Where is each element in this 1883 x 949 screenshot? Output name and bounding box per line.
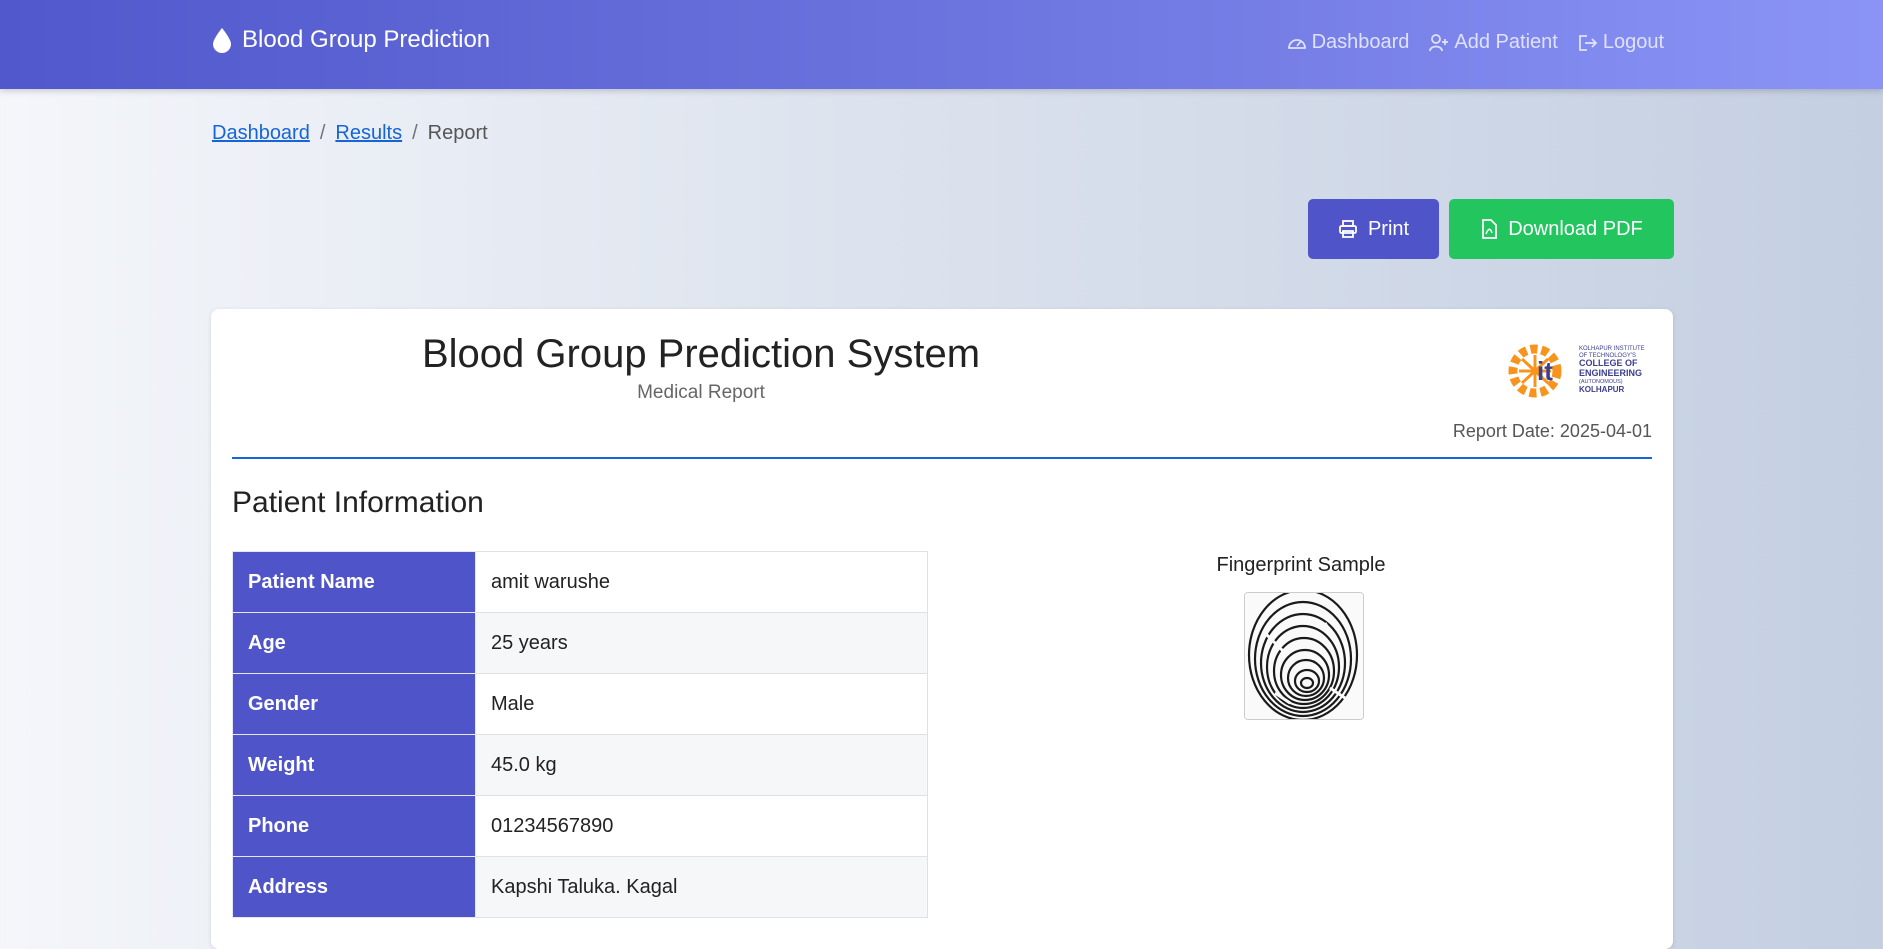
nav-link-add-patient[interactable]: Add Patient [1429,31,1558,54]
row-label: Gender [232,673,476,735]
row-value: Kapshi Taluka. Kagal [475,856,928,918]
nav-link-logout[interactable]: Logout [1578,31,1664,54]
nav-links: Dashboard Add Patient Logout [1287,31,1664,54]
table-row: Gender Male [232,673,928,735]
breadcrumb-results[interactable]: Results [335,122,402,145]
print-button[interactable]: Print [1308,199,1439,259]
table-row: Weight 45.0 kg [232,734,928,796]
fingerprint-icon [1245,593,1363,719]
row-label: Patient Name [232,551,476,613]
section-title-patient-info: Patient Information [232,486,484,519]
row-label: Phone [232,795,476,857]
report-date: Report Date: 2025-04-01 [1452,421,1652,441]
download-pdf-button[interactable]: Download PDF [1449,199,1674,259]
logo-line: KOLHAPUR [1579,385,1625,394]
patient-info-table: Patient Name amit warushe Age 25 years G… [232,551,928,918]
row-label: Weight [232,734,476,796]
report-subtitle: Medical Report [637,382,765,403]
row-value: 01234567890 [475,795,928,857]
logo-line: KOLHAPUR INSTITUTE [1579,346,1645,352]
row-value: 45.0 kg [475,734,928,796]
row-label: Address [232,856,476,918]
logout-icon [1578,34,1598,51]
table-row: Phone 01234567890 [232,795,928,857]
blood-drop-icon [213,28,231,53]
printer-icon [1339,220,1357,238]
table-row: Address Kapshi Taluka. Kagal [232,856,928,918]
logo-line: COLLEGE OF [1579,358,1638,368]
brand-title: Blood Group Prediction [242,26,491,53]
breadcrumb: Dashboard / Results / Report [212,122,488,145]
fingerprint-image [1244,592,1364,720]
brand[interactable]: Blood Group Prediction [212,26,490,54]
college-logo: it KOLHAPUR INSTITUTE OF TECHNOLOGY'S CO… [1508,344,1645,398]
breadcrumb-current: Report [427,122,488,144]
table-row: Patient Name amit warushe [232,551,928,613]
breadcrumb-separator: / [319,122,326,144]
divider [232,457,1652,459]
report-card: Blood Group Prediction System Medical Re… [211,309,1673,949]
nav-link-label: Logout [1602,31,1664,53]
row-value: Male [475,673,928,735]
logo-line: ENGINEERING [1579,368,1642,378]
gauge-icon [1287,38,1306,49]
pdf-file-icon [1482,219,1498,239]
nav-link-dashboard[interactable]: Dashboard [1287,31,1410,54]
user-plus-icon [1429,33,1449,51]
row-value: amit warushe [475,551,928,613]
navbar: Blood Group Prediction Dashboard Add Pat… [0,0,1883,89]
row-label: Age [232,612,476,674]
nav-link-label: Dashboard [1311,31,1410,53]
report-title: Blood Group Prediction System [421,332,981,376]
fingerprint-label: Fingerprint Sample [1216,554,1386,576]
breadcrumb-dashboard[interactable]: Dashboard [212,122,310,145]
print-button-label: Print [1367,217,1410,240]
download-pdf-label: Download PDF [1508,217,1643,240]
breadcrumb-separator: / [412,122,418,144]
svg-text:it: it [1537,356,1553,386]
nav-link-label: Add Patient [1454,31,1558,53]
row-value: 25 years [475,612,928,674]
table-row: Age 25 years [232,612,928,674]
